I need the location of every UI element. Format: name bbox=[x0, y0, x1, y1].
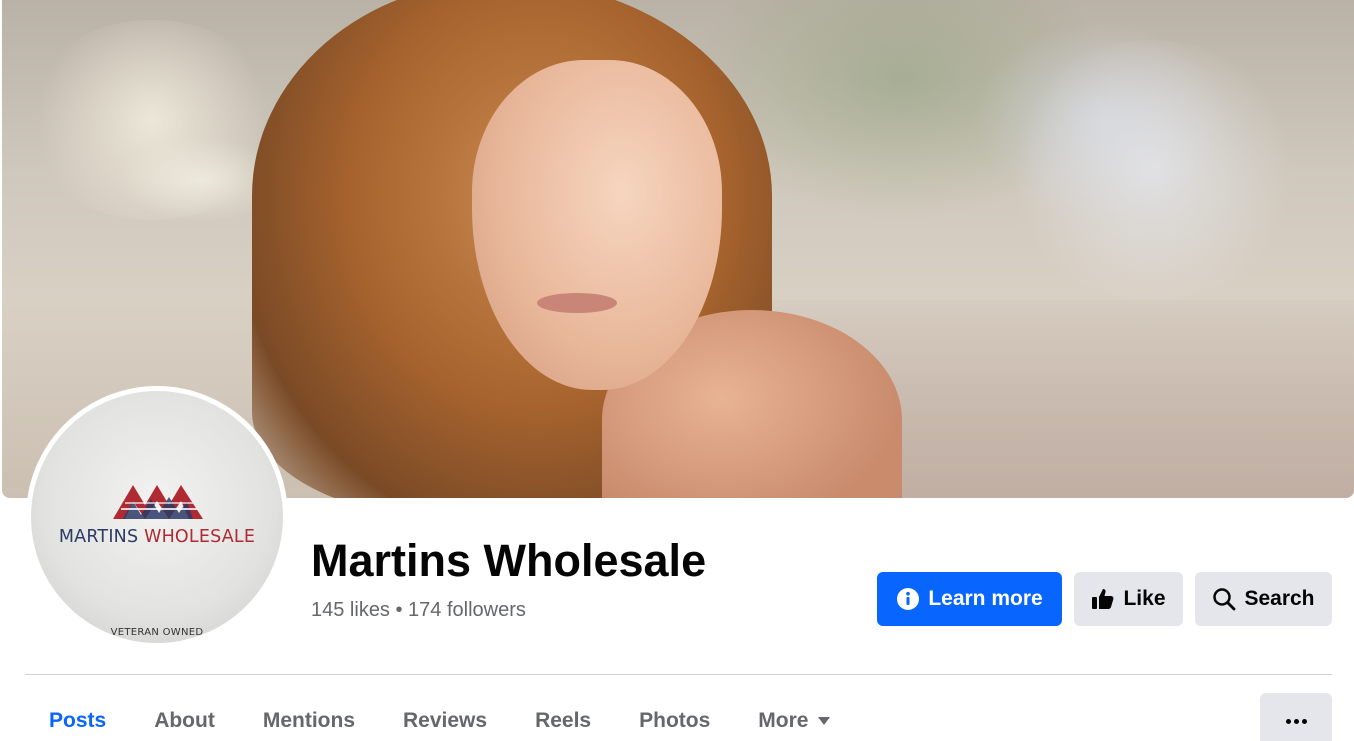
avatar-logo-text: MARTINS WHOLESALE bbox=[31, 527, 283, 547]
caret-down-icon bbox=[818, 717, 831, 725]
cover-subject-lips bbox=[537, 293, 617, 313]
ellipsis-icon bbox=[1293, 718, 1299, 724]
search-button[interactable]: Search bbox=[1195, 572, 1332, 626]
page-stats[interactable]: 145 likes • 174 followers bbox=[311, 599, 526, 622]
tab-label: Reviews bbox=[403, 709, 488, 732]
tab-label: Photos bbox=[639, 709, 711, 732]
logo-word-wholesale: WHOLESALE bbox=[144, 527, 256, 547]
search-label: Search bbox=[1244, 587, 1315, 610]
cover-bokeh bbox=[1002, 40, 1302, 300]
tab-photos[interactable]: Photos bbox=[615, 692, 734, 741]
tab-label: Reels bbox=[535, 709, 592, 732]
thumbs-up-icon bbox=[1092, 589, 1114, 609]
page-tabs: Posts About Mentions Reviews Reels Photo… bbox=[25, 692, 854, 741]
ellipsis-icon bbox=[1301, 718, 1307, 724]
profile-avatar[interactable]: MARTINS WHOLESALE VETERAN OWNED bbox=[26, 386, 288, 648]
info-circle-icon bbox=[897, 588, 920, 610]
tab-label: Mentions bbox=[262, 709, 356, 732]
tab-reels[interactable]: Reels bbox=[511, 692, 615, 741]
ellipsis-icon bbox=[1285, 718, 1291, 724]
header-divider bbox=[25, 674, 1332, 675]
learn-more-label: Learn more bbox=[928, 587, 1043, 610]
tab-posts[interactable]: Posts bbox=[25, 692, 130, 741]
logo-mark-icon bbox=[113, 485, 203, 519]
tab-about[interactable]: About bbox=[130, 692, 239, 741]
cover-bokeh bbox=[22, 20, 282, 220]
tab-label: About bbox=[154, 709, 215, 732]
like-label: Like bbox=[1123, 587, 1166, 610]
tab-label: Posts bbox=[49, 709, 107, 732]
page-title: Martins Wholesale bbox=[311, 535, 707, 586]
learn-more-button[interactable]: Learn more bbox=[877, 572, 1062, 626]
avatar-image: MARTINS WHOLESALE VETERAN OWNED bbox=[31, 391, 283, 643]
search-icon bbox=[1213, 588, 1236, 611]
logo-word-martins: MARTINS bbox=[58, 527, 139, 547]
tab-reviews[interactable]: Reviews bbox=[379, 692, 511, 741]
tab-more[interactable]: More bbox=[734, 692, 854, 741]
tab-mentions[interactable]: Mentions bbox=[239, 692, 379, 741]
overflow-menu-button[interactable] bbox=[1260, 693, 1332, 741]
logo-tagline: VETERAN OWNED bbox=[110, 627, 204, 638]
like-button[interactable]: Like bbox=[1074, 572, 1183, 626]
tab-label: More bbox=[758, 709, 809, 732]
